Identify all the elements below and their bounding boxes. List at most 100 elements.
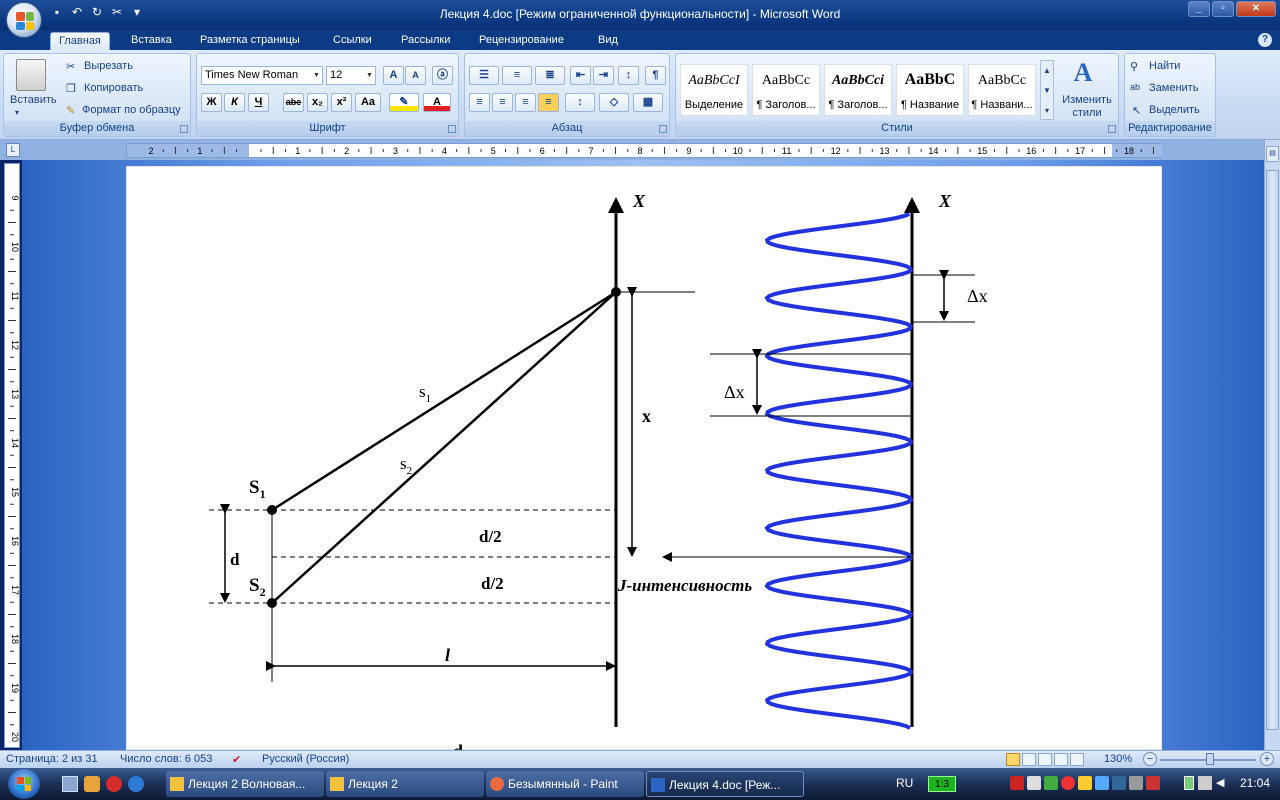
style-item-title[interactable]: AaBbC ¶ Название (896, 64, 964, 116)
shading-button[interactable]: ◇ (599, 93, 629, 112)
office-button[interactable] (6, 2, 42, 38)
show-marks-button[interactable]: ¶ (645, 66, 666, 85)
paste-icon[interactable] (16, 59, 46, 91)
outline-view-icon[interactable] (1054, 753, 1068, 766)
font-name-combo[interactable]: Times New Roman ▼ (201, 66, 323, 85)
copy-button[interactable]: Копировать (84, 82, 143, 94)
style-item-heading1[interactable]: AaBbCc ¶ Заголов... (752, 64, 820, 116)
tab-view[interactable]: Вид (590, 32, 626, 50)
web-view-icon[interactable] (1038, 753, 1052, 766)
grow-font-button[interactable]: A (383, 66, 404, 85)
bold-button[interactable]: Ж (201, 93, 222, 112)
highlight-button[interactable]: ✎ (389, 93, 419, 112)
change-styles-icon[interactable]: A (1068, 58, 1098, 88)
cut-button[interactable]: Вырезать (84, 60, 133, 72)
maximize-button[interactable]: ▫ (1212, 1, 1234, 17)
start-button[interactable] (8, 769, 40, 799)
tab-review[interactable]: Рецензирование (471, 32, 572, 50)
taskbar-button-paint[interactable]: Безымянный - Paint (486, 771, 644, 797)
line-spacing-button[interactable]: ↕ (565, 93, 595, 112)
tab-selector-button[interactable]: L (6, 143, 20, 157)
paste-dropdown-icon[interactable]: ▾ (15, 108, 19, 117)
zoom-in-icon[interactable]: + (1260, 752, 1274, 766)
clock[interactable]: 21:04 (1240, 776, 1270, 790)
font-size-dropdown-icon[interactable]: ▼ (364, 67, 375, 84)
align-center-button[interactable]: ≡ (492, 93, 513, 112)
explorer-icon[interactable] (84, 776, 100, 792)
font-launcher-icon[interactable] (448, 125, 456, 133)
superscript-button[interactable]: x² (331, 93, 352, 112)
borders-button[interactable]: ▦ (633, 93, 663, 112)
ruler-toggle-icon[interactable]: ▤ (1266, 146, 1279, 162)
find-button[interactable]: Найти (1149, 60, 1180, 72)
tab-home[interactable]: Главная (50, 32, 110, 50)
decrease-indent-button[interactable]: ⇤ (570, 66, 591, 85)
format-painter-button[interactable]: Формат по образцу (82, 104, 181, 116)
underline-button[interactable]: Ч (248, 93, 269, 112)
justify-button[interactable]: ≡ (538, 93, 559, 112)
help-icon[interactable]: ? (1258, 33, 1272, 47)
clipboard-launcher-icon[interactable] (180, 125, 188, 133)
strikethrough-button[interactable]: abe (283, 93, 304, 112)
document-page[interactable]: X X d x l S1 S2 s1 s2 d/2 d/2 J-интенсив… (126, 166, 1162, 761)
style-item-emphasis[interactable]: AaBbCcI Выделение (680, 64, 748, 116)
shrink-font-button[interactable]: A (405, 66, 426, 85)
minimize-button[interactable]: _ (1188, 1, 1210, 17)
paragraph-launcher-icon[interactable] (659, 125, 667, 133)
styles-scroll[interactable]: ▲ ▼ ▾ (1040, 60, 1054, 120)
print-layout-view-icon[interactable] (1006, 753, 1020, 766)
battery-indicator[interactable]: 1:3 (928, 776, 956, 792)
word-count[interactable]: Число слов: 6 053 (120, 753, 212, 765)
clear-formatting-button[interactable]: ⓐ (432, 66, 453, 85)
increase-indent-button[interactable]: ⇥ (593, 66, 614, 85)
spelling-icon[interactable]: ✔ (232, 753, 241, 766)
draft-view-icon[interactable] (1070, 753, 1084, 766)
zoom-level[interactable]: 130% (1104, 753, 1132, 765)
show-desktop-icon[interactable] (62, 776, 78, 792)
bullets-button[interactable]: ☰ (469, 66, 499, 85)
vertical-ruler[interactable]: 9 10 11 12 13 14 15 16 17 18 19 20 (4, 163, 20, 748)
tray-icon-1[interactable] (1010, 776, 1024, 790)
sort-button[interactable]: ↕ (618, 66, 639, 85)
zoom-out-icon[interactable]: − (1143, 752, 1157, 766)
tray-icon-5[interactable] (1078, 776, 1092, 790)
change-styles-button[interactable]: Изменить стили (1058, 94, 1116, 120)
tab-page-layout[interactable]: Разметка страницы (192, 32, 308, 50)
tray-icon-3[interactable] (1044, 776, 1058, 790)
horizontal-ruler[interactable]: 2 1 1 2 3 4 5 6 7 8 9 10 11 12 13 14 15 16 17 18 (126, 143, 1162, 158)
network-icon[interactable] (1198, 776, 1212, 790)
media-player-icon[interactable] (106, 776, 122, 792)
taskbar-button-lecture2[interactable]: Лекция 2 (326, 771, 484, 797)
language-bar[interactable]: RU (896, 776, 913, 790)
align-right-button[interactable]: ≡ (515, 93, 536, 112)
full-screen-view-icon[interactable] (1022, 753, 1036, 766)
tray-icon-4[interactable] (1061, 776, 1075, 790)
paste-button[interactable]: Вставить (10, 94, 57, 106)
language-indicator[interactable]: Русский (Россия) (262, 753, 349, 765)
page-count[interactable]: Страница: 2 из 31 (6, 753, 98, 765)
replace-button[interactable]: Заменить (1149, 82, 1198, 94)
volume-icon[interactable]: ◀ (1216, 776, 1230, 790)
tray-icon-2[interactable] (1027, 776, 1041, 790)
tab-references[interactable]: Ссылки (325, 32, 380, 50)
align-left-button[interactable]: ≡ (469, 93, 490, 112)
change-case-button[interactable]: Aa (355, 93, 381, 112)
styles-launcher-icon[interactable] (1108, 125, 1116, 133)
scrollbar-thumb[interactable] (1266, 170, 1279, 730)
taskbar-button-lecture2-wave[interactable]: Лекция 2 Волновая... (166, 771, 324, 797)
vertical-scrollbar[interactable]: ▤ (1264, 140, 1280, 750)
battery-icon[interactable] (1184, 776, 1194, 790)
numbering-button[interactable]: ≡ (502, 66, 532, 85)
italic-button[interactable]: К (224, 93, 245, 112)
tray-icon-9[interactable] (1146, 776, 1160, 790)
font-color-button[interactable]: A (423, 93, 451, 112)
tray-icon-6[interactable] (1095, 776, 1109, 790)
font-size-combo[interactable]: 12 ▼ (326, 66, 376, 85)
zoom-slider-thumb[interactable] (1206, 753, 1214, 765)
select-button[interactable]: Выделить (1149, 104, 1200, 116)
close-button[interactable]: ✕ (1236, 1, 1276, 17)
taskbar-button-lecture4[interactable]: Лекция 4.doc [Реж... (646, 771, 804, 797)
font-name-dropdown-icon[interactable]: ▼ (311, 67, 322, 84)
multilevel-list-button[interactable]: ≣ (535, 66, 565, 85)
tab-insert[interactable]: Вставка (123, 32, 180, 50)
